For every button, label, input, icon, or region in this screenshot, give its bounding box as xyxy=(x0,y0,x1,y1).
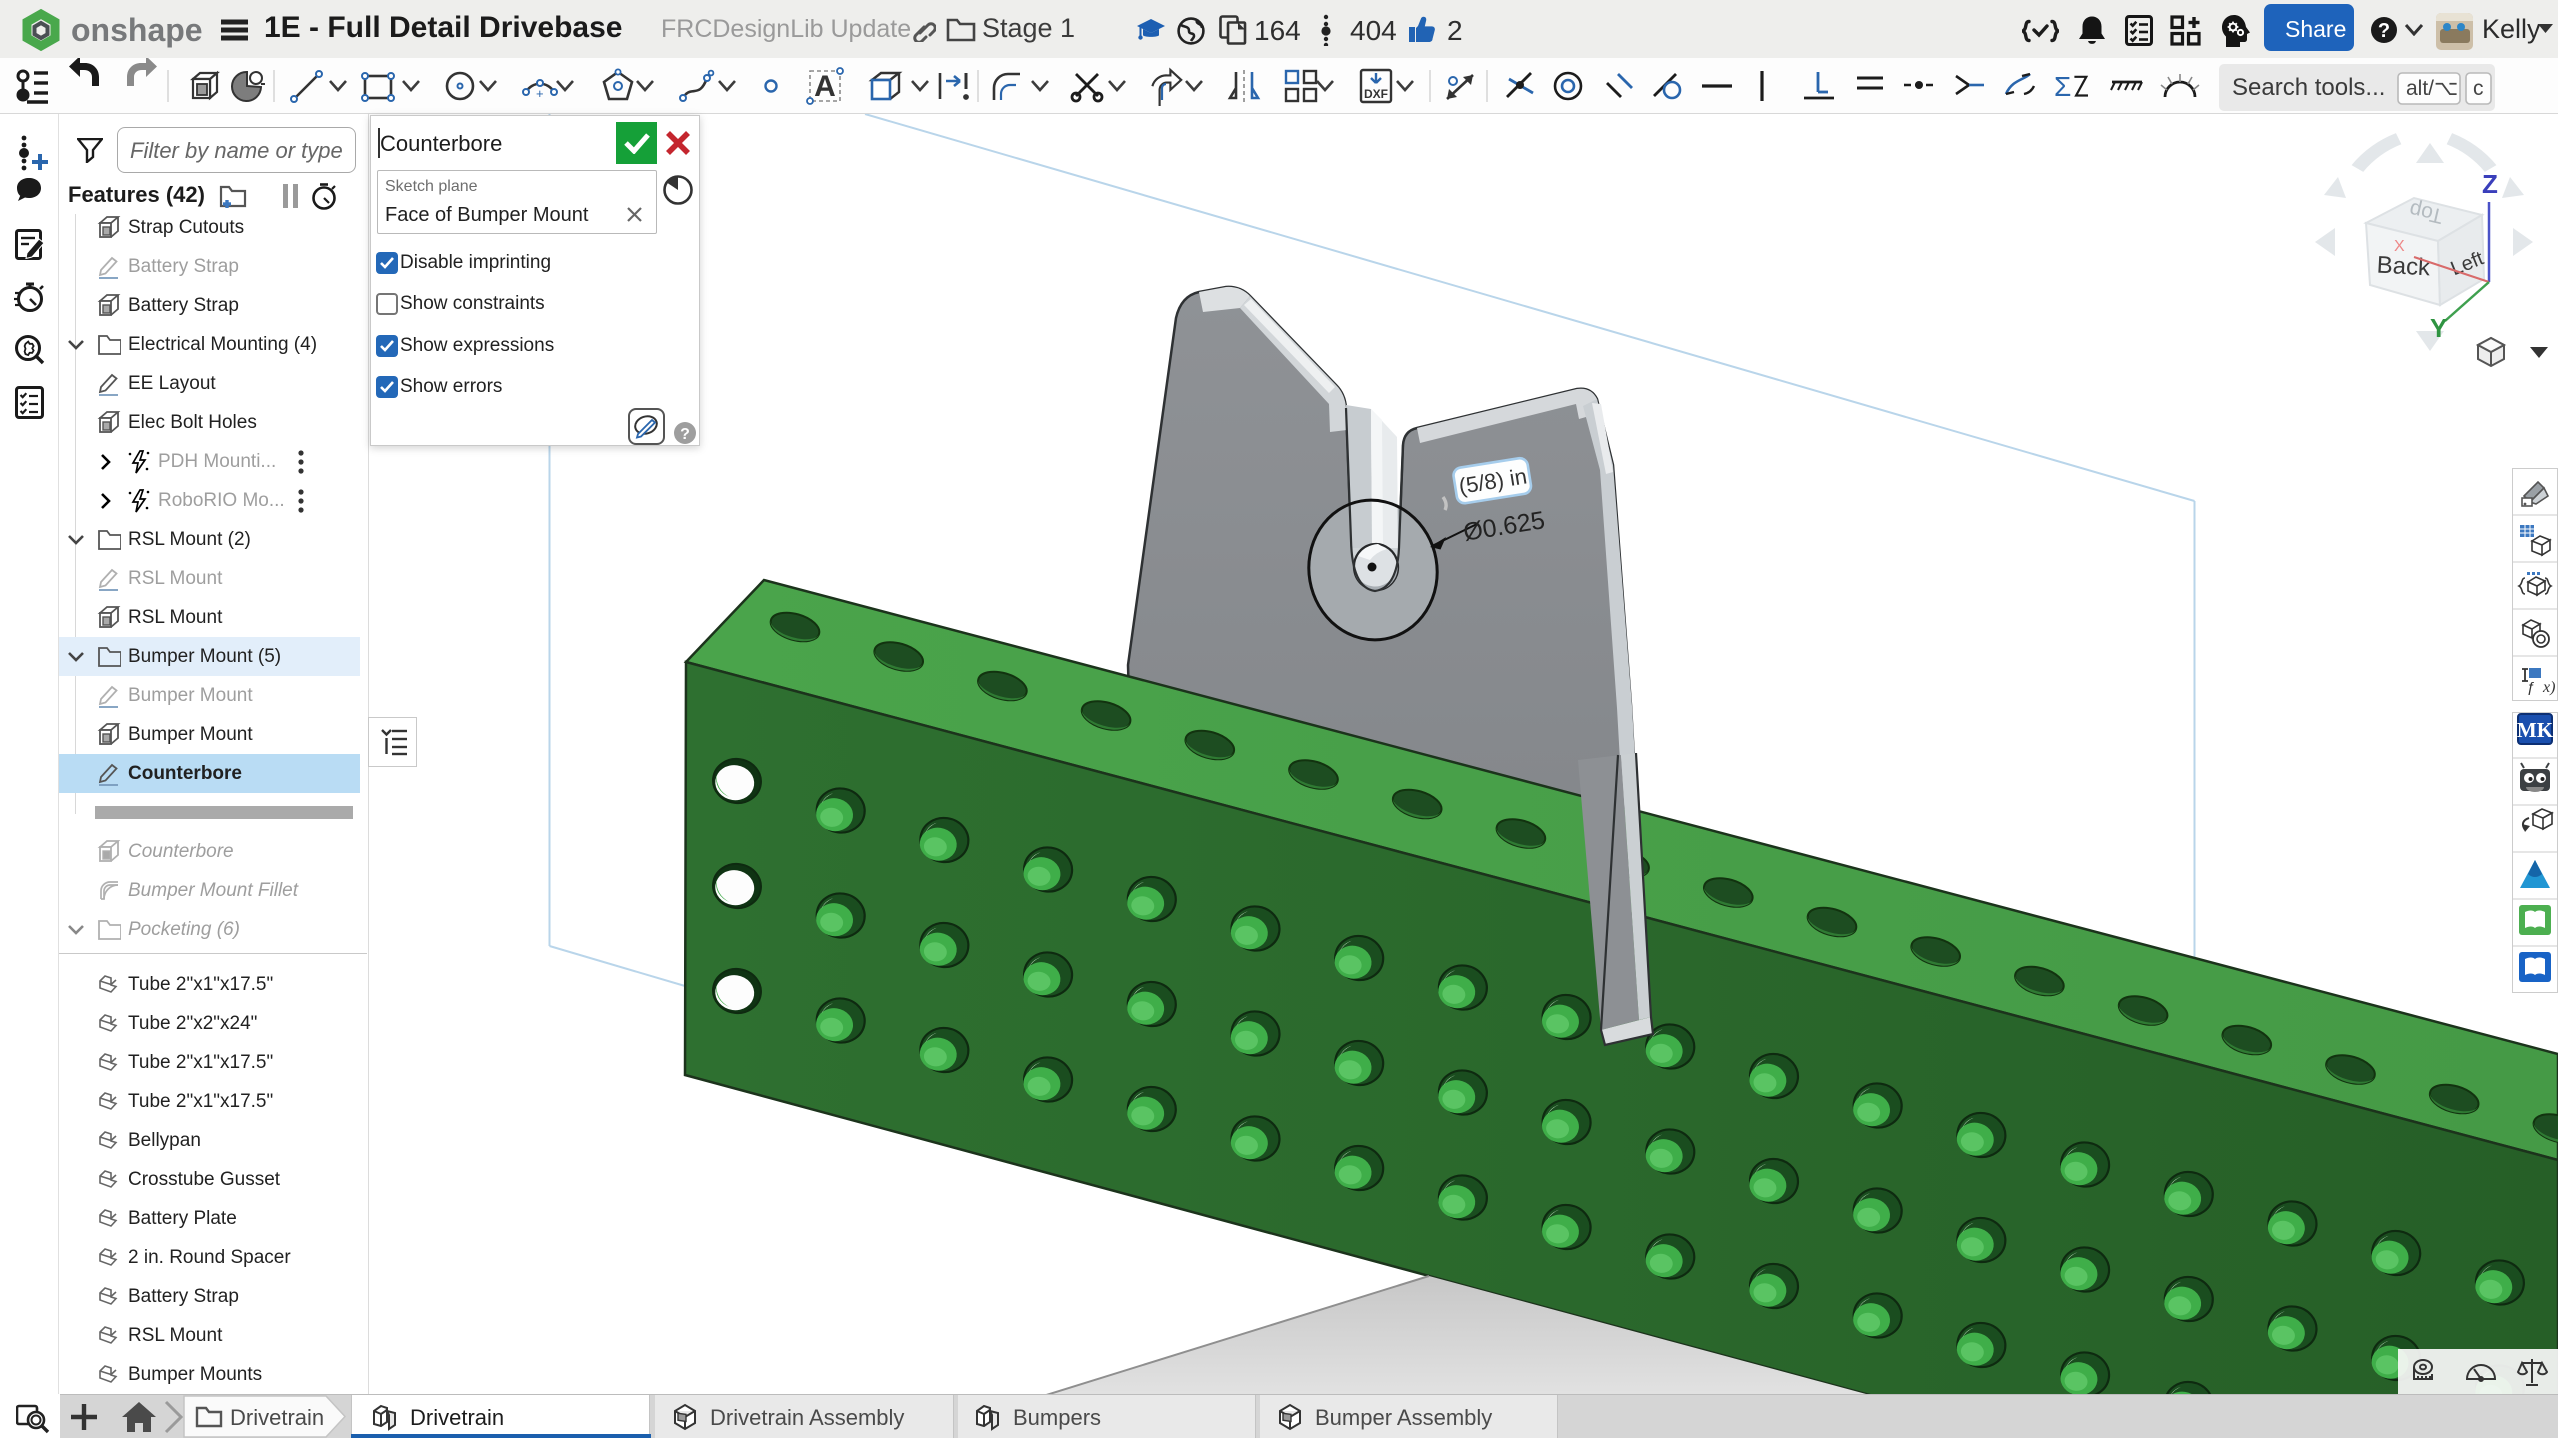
svg-text:Y: Y xyxy=(2430,313,2447,343)
svg-text:DXF: DXF xyxy=(1364,87,1388,101)
svg-text:alt/⌥: alt/⌥ xyxy=(2406,77,2458,100)
svg-text:?: ? xyxy=(2378,20,2390,42)
svg-text:c: c xyxy=(2473,77,2484,100)
svg-text:x): x) xyxy=(2542,679,2555,696)
svg-text:A: A xyxy=(814,70,836,103)
svg-text:X: X xyxy=(2394,238,2405,255)
svg-text:+: + xyxy=(536,86,544,101)
svg-text:MK: MK xyxy=(2517,718,2554,742)
svg-text:Back: Back xyxy=(2376,252,2432,282)
svg-text:?: ? xyxy=(680,426,690,443)
svg-text:Σ: Σ xyxy=(2054,71,2071,102)
svg-text:Search tools...: Search tools... xyxy=(2232,74,2385,101)
svg-text:ƒ: ƒ xyxy=(2527,679,2535,696)
svg-text:Z: Z xyxy=(2482,169,2498,199)
